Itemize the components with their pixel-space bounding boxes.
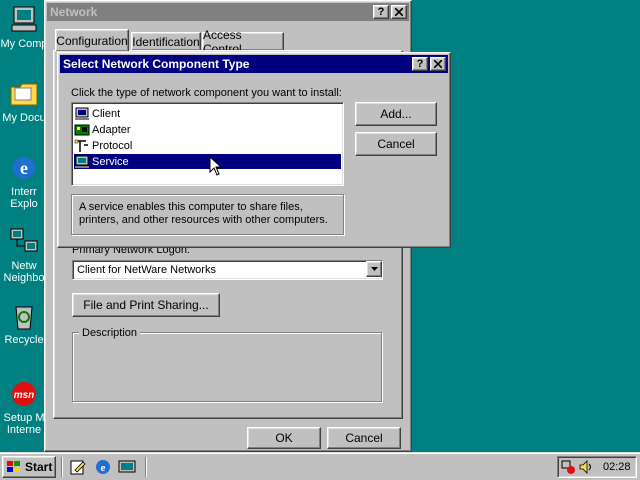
svg-text:e: e [20, 158, 28, 178]
desktop-icon-recycle-bin[interactable]: Recycle [0, 300, 48, 346]
list-item-client[interactable]: Client [74, 106, 120, 121]
protocol-icon [74, 139, 88, 152]
network-neighborhood-icon [10, 228, 38, 252]
clock[interactable]: 02:28 [603, 461, 631, 473]
help-button[interactable]: ? [373, 5, 389, 19]
dialog-close-button[interactable] [430, 57, 446, 71]
taskbar-divider [145, 457, 147, 477]
internet-explorer-icon[interactable]: e [94, 458, 112, 476]
internet-explorer-icon: e [13, 157, 35, 179]
description-text: A service enables this computer to share… [79, 201, 328, 226]
list-item-adapter[interactable]: Adapter [74, 122, 131, 137]
recycle-bin-icon [15, 306, 33, 330]
cancel-button[interactable]: Cancel [327, 427, 401, 449]
desktop-icon-internet-explorer[interactable]: e Interr Explo [0, 152, 48, 210]
dialog-prompt: Click the type of network component you … [71, 87, 342, 99]
system-tray: 02:28 [557, 456, 637, 478]
dropdown-button[interactable] [366, 261, 382, 277]
primary-logon-select[interactable]: Client for NetWare Networks [72, 260, 383, 280]
desktop-icon-my-computer[interactable]: My Comp [0, 4, 48, 50]
dialog-titlebar[interactable]: Select Network Component Type ? [60, 55, 448, 73]
tab-access-control[interactable]: Access Control [202, 28, 284, 56]
description-group-label: Description [79, 327, 141, 339]
svg-text:e: e [101, 462, 106, 474]
desktop-icon-network-neighborhood[interactable]: Netw Neighbo [0, 226, 48, 284]
tab-configuration[interactable]: Configuration [55, 29, 129, 51]
file-print-sharing-button[interactable]: File and Print Sharing... [72, 293, 220, 317]
add-button[interactable]: Add... [355, 102, 437, 126]
ok-button[interactable]: OK [247, 427, 321, 449]
list-item-service[interactable]: Service [74, 154, 341, 169]
volume-icon[interactable] [578, 459, 594, 475]
mouse-pointer-icon [209, 156, 223, 176]
desktop-icon-label: My Comp [0, 38, 48, 50]
component-list[interactable]: Client Adapter Protocol Service [71, 102, 344, 186]
desktop-icon-label: Netw Neighbo [3, 260, 45, 284]
tab-identification[interactable]: Identification [131, 32, 201, 51]
quick-launch-divider [61, 457, 63, 477]
description-group [72, 332, 382, 402]
close-icon [395, 8, 403, 16]
desktop-icon[interactable] [118, 458, 136, 476]
edit-icon[interactable] [69, 458, 87, 476]
taskbar: Start e 02:28 [0, 452, 640, 480]
select-component-dialog: Select Network Component Type ? Click th… [57, 52, 451, 248]
close-icon [434, 60, 442, 68]
start-button[interactable]: Start [2, 456, 56, 478]
desktop-icon-label: Setup M Interne [3, 412, 45, 436]
desktop-icon-label: My Docu [2, 112, 46, 124]
desktop-icon-label: Recycle [4, 334, 44, 346]
chevron-down-icon [370, 267, 378, 271]
service-icon [75, 155, 89, 168]
dialog-title: Select Network Component Type [63, 57, 250, 71]
network-window-titlebar[interactable]: Network ? [47, 3, 409, 21]
desktop-icon-label: Interr Explo [10, 186, 38, 210]
adapter-icon [74, 124, 90, 135]
computer-icon [11, 6, 37, 32]
dialog-help-button[interactable]: ? [412, 57, 428, 71]
windows-logo-icon [7, 461, 20, 472]
network-window-title: Network [50, 5, 98, 19]
network-activity-icon[interactable] [561, 459, 577, 475]
dialog-cancel-button[interactable]: Cancel [355, 132, 437, 156]
client-icon [75, 107, 89, 120]
desktop-icon-my-documents[interactable]: My Docu [0, 78, 48, 124]
msn-icon: msn [12, 382, 36, 406]
desktop-icon-setup-msn[interactable]: msn Setup M Interne [0, 378, 48, 436]
close-button[interactable] [391, 5, 407, 19]
list-item-protocol[interactable]: Protocol [74, 138, 132, 153]
folder-icon [10, 83, 38, 106]
svg-text:msn: msn [14, 390, 35, 401]
